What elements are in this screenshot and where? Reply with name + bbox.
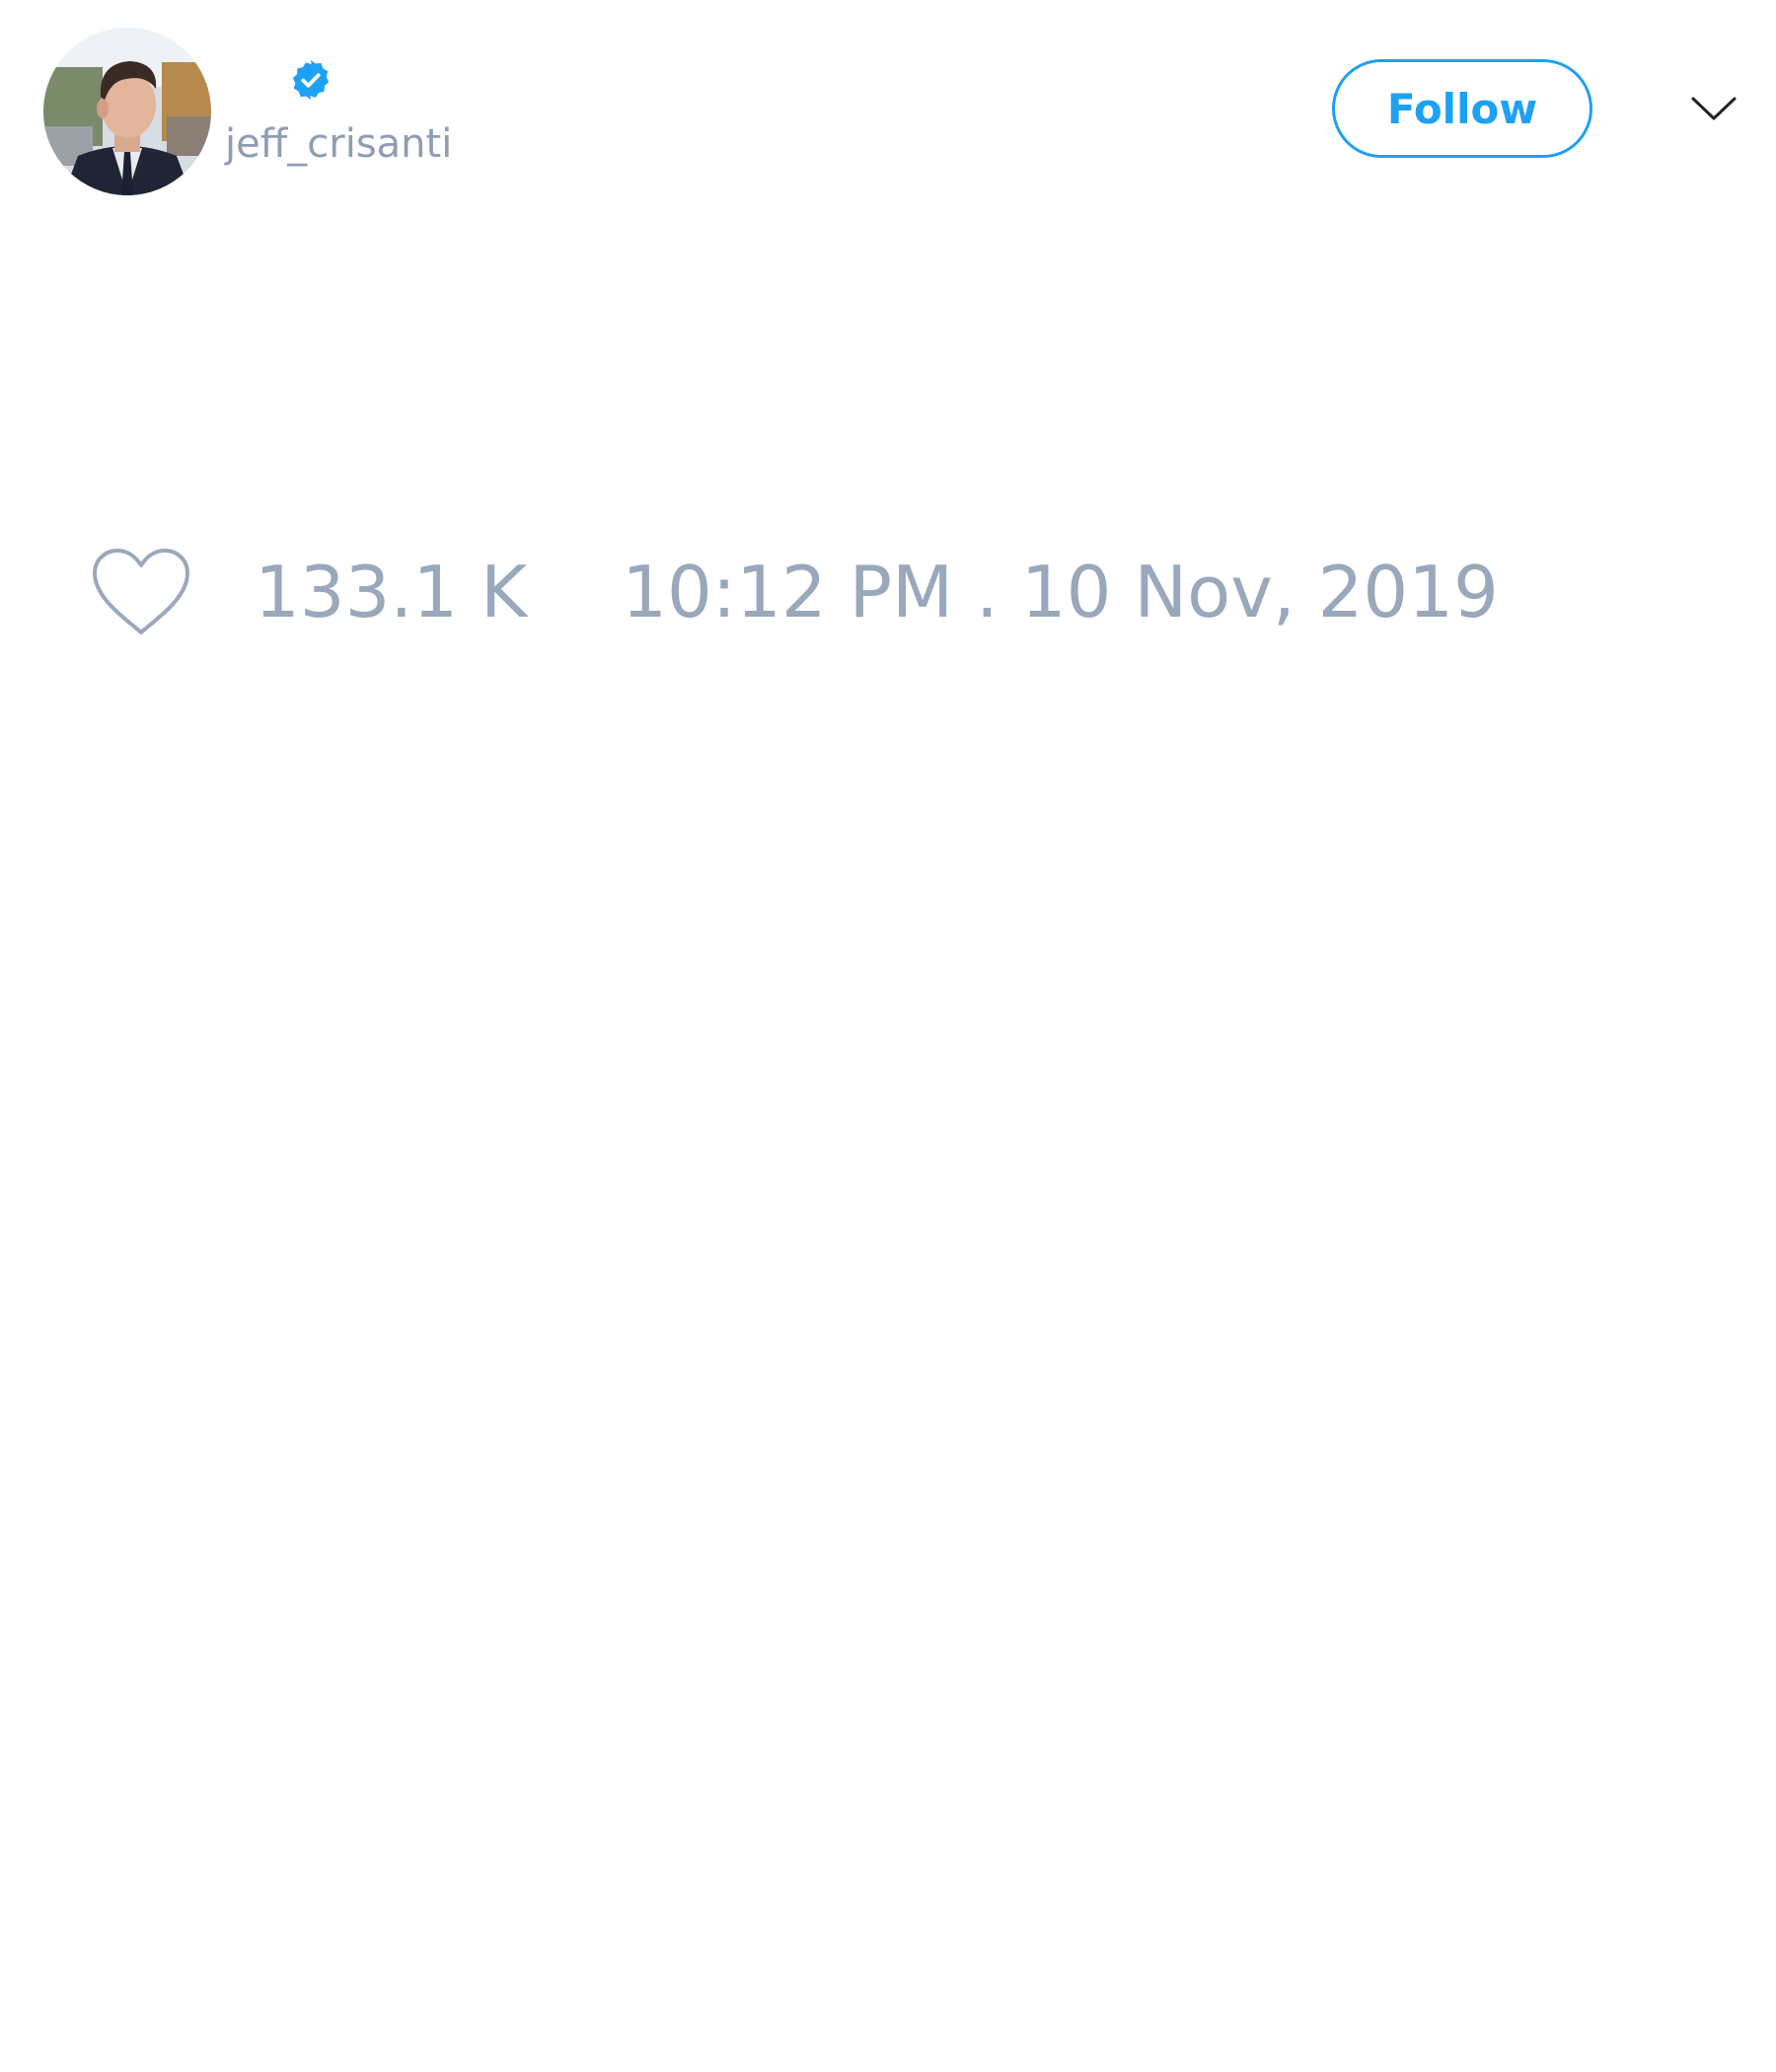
chevron-down-icon[interactable] (1689, 89, 1739, 128)
tweet-card: jeff_crisanti Follow 133.1 K 10:12 PM . … (0, 0, 1776, 2072)
author-handle[interactable]: jeff_crisanti (225, 124, 452, 164)
tweet-timestamp[interactable]: 10:12 PM . 10 Nov, 2019 (622, 556, 1499, 628)
avatar-photo (43, 28, 211, 195)
avatar[interactable] (43, 28, 211, 195)
verified-badge-icon (292, 59, 330, 101)
follow-button[interactable]: Follow (1332, 59, 1592, 158)
like-count: 133.1 K (255, 551, 528, 633)
tweet-stats: 133.1 K 10:12 PM . 10 Nov, 2019 (89, 541, 1499, 643)
heart-icon[interactable] (89, 546, 193, 638)
